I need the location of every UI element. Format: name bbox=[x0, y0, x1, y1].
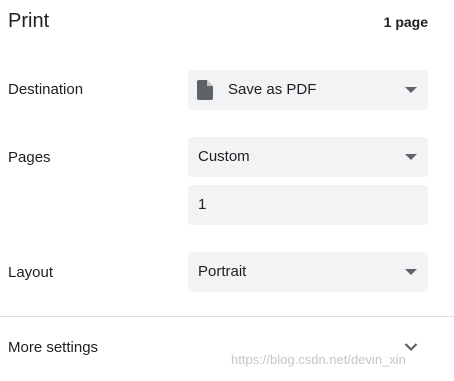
chevron-down-icon bbox=[404, 343, 418, 352]
page-count: 1 page bbox=[383, 14, 428, 30]
watermark: https://blog.csdn.net/devin_xin bbox=[231, 352, 406, 367]
dialog-title: Print bbox=[8, 10, 50, 32]
more-settings-label: More settings bbox=[8, 339, 99, 356]
layout-value: Portrait bbox=[198, 263, 247, 280]
layout-select[interactable]: Portrait bbox=[188, 252, 428, 292]
layout-label: Layout bbox=[8, 264, 54, 281]
dropdown-arrow-icon bbox=[405, 154, 417, 160]
page-range-input[interactable]: 1 bbox=[188, 185, 428, 225]
dropdown-arrow-icon bbox=[405, 269, 417, 275]
print-dialog: Print 1 page Destination Save as PDF Pag… bbox=[0, 0, 454, 381]
document-icon bbox=[197, 80, 213, 100]
destination-label: Destination bbox=[8, 81, 84, 98]
pages-select[interactable]: Custom bbox=[188, 137, 428, 177]
destination-select[interactable]: Save as PDF bbox=[188, 70, 428, 110]
more-settings-toggle[interactable]: More settings bbox=[0, 317, 454, 379]
pages-value: Custom bbox=[198, 148, 250, 165]
dropdown-arrow-icon bbox=[405, 87, 417, 93]
page-range-value: 1 bbox=[198, 196, 207, 213]
destination-value: Save as PDF bbox=[228, 81, 317, 98]
pages-label: Pages bbox=[8, 149, 51, 166]
